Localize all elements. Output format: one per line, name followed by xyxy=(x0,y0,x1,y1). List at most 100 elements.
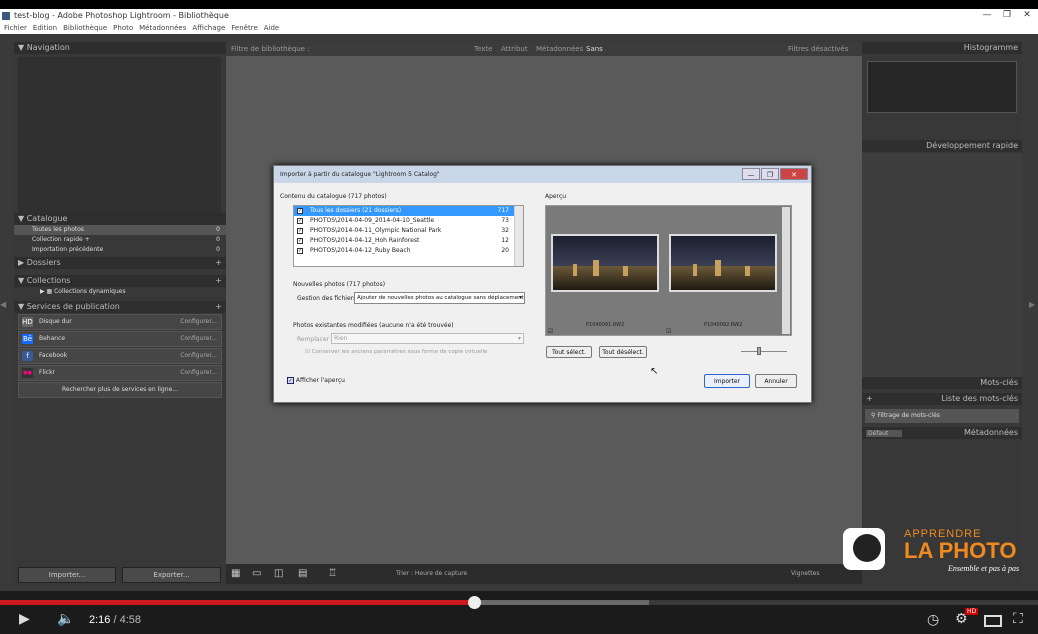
publish-service-disque[interactable]: HD Disque dur Configurer... xyxy=(18,314,222,330)
thumbnail-filename: P1040092.RW2 xyxy=(704,322,743,328)
menu-edition[interactable]: Edition xyxy=(33,24,57,32)
dossiers-header[interactable]: ▶ Dossiers + xyxy=(14,257,226,269)
thumbnail-size-slider[interactable] xyxy=(741,351,787,352)
publish-service-behance[interactable]: Bē Behance Configurer... xyxy=(18,331,222,347)
played-bar xyxy=(0,600,475,605)
collections-header[interactable]: ▼ Collections + xyxy=(14,275,226,287)
publication-header[interactable]: ▼ Services de publication + xyxy=(14,301,226,313)
find-more-services-button[interactable]: Rechercher plus de services en ligne... xyxy=(18,382,222,398)
logo-line2: LA PHOTO xyxy=(904,538,1017,563)
apprendre-la-photo-logo: APPRENDRE LA PHOTO Ensemble et pas à pas xyxy=(840,528,1038,586)
filters-off-dropdown[interactable]: Filtres désactivés xyxy=(788,42,848,56)
replace-select[interactable]: Rien ▾ xyxy=(331,333,524,344)
volume-icon[interactable]: 🔈 xyxy=(57,611,74,627)
filter-texte[interactable]: Texte xyxy=(474,42,492,56)
chevron-down-icon: ▾ xyxy=(519,295,522,301)
menu-bibliotheque[interactable]: Bibliothèque xyxy=(63,24,107,32)
import-button[interactable]: Importer... xyxy=(18,567,116,583)
menu-fichier[interactable]: Fichier xyxy=(4,24,27,32)
keywording-header[interactable]: Mots-clés xyxy=(862,377,1022,389)
survey-view-icon[interactable]: ▤ xyxy=(298,564,307,584)
left-collapse-arrow[interactable]: ◀ xyxy=(0,300,6,309)
cancel-button[interactable]: Annuler xyxy=(755,374,797,388)
keyword-list-header[interactable]: + Liste des mots-clés xyxy=(862,393,1022,405)
import-confirm-button[interactable]: Importer xyxy=(704,374,750,388)
file-handling-label: Gestion des fichiers : xyxy=(297,295,361,302)
preview-scrollbar[interactable] xyxy=(782,207,790,334)
catalogue-item[interactable]: Collection rapide +0 xyxy=(14,235,226,245)
play-icon[interactable]: ▶ xyxy=(19,611,30,627)
menu-affichage[interactable]: Affichage xyxy=(192,24,225,32)
sort-dropdown[interactable]: Trier : Heure de capture xyxy=(396,564,467,584)
quick-develop-controls[interactable] xyxy=(862,153,1022,377)
quick-develop-header[interactable]: Développement rapide xyxy=(862,140,1022,152)
dialog-close-button[interactable]: ✕ xyxy=(780,168,808,180)
right-collapse-arrow[interactable]: ▶ xyxy=(1029,300,1035,309)
thumbnail-checkbox[interactable]: ☑ xyxy=(666,328,671,335)
photo-thumbnail[interactable] xyxy=(669,234,777,292)
publish-service-facebook[interactable]: f Facebook Configurer... xyxy=(18,348,222,364)
catalogue-header[interactable]: ▼ Catalogue xyxy=(14,213,226,225)
navigation-header[interactable]: ▼ Navigation xyxy=(14,42,226,54)
catalogue-item[interactable]: Toutes les photos 0 xyxy=(14,225,226,235)
menu-fenetre[interactable]: Fenêtre xyxy=(231,24,257,32)
dialog-minimize-button[interactable]: — xyxy=(742,168,760,180)
filter-attribut[interactable]: Attribut xyxy=(501,42,528,56)
loupe-view-icon[interactable]: ▭ xyxy=(252,564,261,584)
smiley-icon xyxy=(853,534,881,562)
theater-mode-icon[interactable] xyxy=(984,615,1002,627)
slider-thumb[interactable] xyxy=(757,347,761,355)
filter-sans[interactable]: Sans xyxy=(586,42,603,56)
fullscreen-icon[interactable]: ⛶ xyxy=(1013,611,1023,627)
file-handling-select[interactable]: Ajouter de nouvelles photos au catalogue… xyxy=(354,292,525,304)
histogram-header[interactable]: Histogramme xyxy=(862,42,1022,54)
video-letterbox xyxy=(0,0,1038,9)
watch-later-icon[interactable]: ◷ xyxy=(927,612,939,628)
compare-view-icon[interactable]: ◫ xyxy=(274,564,283,584)
dialog-maximize-button[interactable]: ❐ xyxy=(761,168,779,180)
folder-list[interactable]: ✓ Tous les dossiers (21 dossiers) 717 ✓ PHO… xyxy=(293,205,524,267)
publish-service-flickr[interactable]: ●● Flickr Configurer... xyxy=(18,365,222,381)
menu-bar: Fichier Edition Bibliothèque Photo Métadonné… xyxy=(0,23,1038,34)
folder-row[interactable]: ✓ Tous les dossiers (21 dossiers) 717 xyxy=(294,206,523,216)
thumbnails-size-label: Vignettes xyxy=(791,570,820,577)
minimize-button[interactable]: — xyxy=(980,10,994,21)
window-controls: — ❐ ✕ xyxy=(980,10,1034,21)
folder-row[interactable]: ✓ PHOTOS\2014-04-09_2014-04-10_Seattle 73 xyxy=(294,216,523,226)
navigator-preview xyxy=(18,57,221,213)
chevron-down-icon: ▾ xyxy=(517,335,521,342)
window-titlebar: test-blog - Adobe Photoshop Lightroom - … xyxy=(0,9,1038,23)
thumbnail-filename: P1040091.RW2 xyxy=(586,322,625,328)
import-catalog-dialog: Importer à partir du catalogue "Lightroo… xyxy=(273,165,812,403)
show-preview-checkbox[interactable]: ✓ Afficher l'aperçu xyxy=(287,377,345,384)
menu-aide[interactable]: Aide xyxy=(264,24,279,32)
catalogue-item[interactable]: Importation précédente 0 xyxy=(14,245,226,255)
deselect-all-button[interactable]: Tout désélect. xyxy=(599,346,647,358)
painter-icon[interactable]: ♖ xyxy=(328,564,337,584)
folder-row[interactable]: ✓ PHOTOS\2014-04-12_Ruby Beach 20 xyxy=(294,246,523,256)
folder-list-scrollbar[interactable] xyxy=(514,206,523,266)
photo-thumbnail[interactable] xyxy=(551,234,659,292)
scrubber-handle[interactable] xyxy=(468,596,481,609)
close-window-button[interactable]: ✕ xyxy=(1020,10,1034,21)
grid-view-icon[interactable]: ▦ xyxy=(231,564,240,584)
video-player-controls xyxy=(0,591,1038,634)
select-all-button[interactable]: Tout sélect. xyxy=(546,346,592,358)
hard-drive-icon: HD xyxy=(22,317,33,327)
keyword-filter-input[interactable]: ⚲ Filtrage de mots-clés xyxy=(865,409,1019,423)
hd-badge: HD xyxy=(965,608,979,615)
filter-metadonnees[interactable]: Métadonnées xyxy=(536,42,583,56)
keep-virtual-copy-checkbox[interactable]: ☑ Conserver les anciens paramètres sous … xyxy=(305,349,487,355)
maximize-button[interactable]: ❐ xyxy=(1000,10,1014,21)
metadata-preset-dropdown[interactable]: Défaut xyxy=(866,430,903,437)
menu-metadonnees[interactable]: Métadonnées xyxy=(139,24,186,32)
thumbnail-checkbox[interactable]: ☑ xyxy=(548,328,553,335)
export-button[interactable]: Exporter... xyxy=(122,567,221,583)
collection-item[interactable]: ▶ ▦ Collections dynamiques xyxy=(14,287,226,297)
facebook-icon: f xyxy=(22,351,33,361)
folder-row[interactable]: ✓ PHOTOS\2014-04-11_Olympic National Park… xyxy=(294,226,523,236)
histogram-display xyxy=(867,61,1017,113)
folder-row[interactable]: ✓ PHOTOS\2014-04-12_Hoh Rainforest 12 xyxy=(294,236,523,246)
metadata-header[interactable]: Défaut Métadonnées xyxy=(862,427,1022,439)
menu-photo[interactable]: Photo xyxy=(113,24,133,32)
